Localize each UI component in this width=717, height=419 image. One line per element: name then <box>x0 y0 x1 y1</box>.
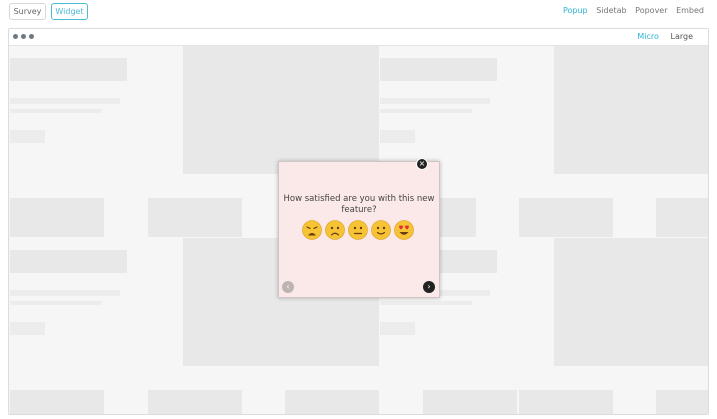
skeleton-block <box>380 130 415 143</box>
skeleton-line <box>10 98 120 104</box>
skeleton-line <box>380 109 472 113</box>
satisfied-emoji-icon[interactable] <box>371 220 391 240</box>
skeleton-block <box>423 390 517 414</box>
mode-popup[interactable]: Popup <box>563 6 588 15</box>
tab-survey[interactable]: Survey <box>9 3 46 20</box>
skeleton-block <box>380 322 415 335</box>
close-icon[interactable]: × <box>416 158 428 170</box>
skeleton-block <box>148 390 242 414</box>
very-dissatisfied-emoji-icon[interactable] <box>302 220 322 240</box>
skeleton-block <box>519 198 613 237</box>
skeleton-block <box>554 46 708 174</box>
emoji-rating <box>302 220 418 240</box>
skeleton-block <box>10 58 127 81</box>
mode-sidetab[interactable]: Sidetab <box>596 6 626 15</box>
skeleton-block <box>554 238 708 366</box>
preview-window-header: Micro Large <box>9 29 708 46</box>
very-satisfied-emoji-icon[interactable] <box>394 220 414 240</box>
skeleton-block <box>10 198 104 237</box>
window-dot-icon <box>13 34 18 39</box>
dissatisfied-emoji-icon[interactable] <box>325 220 345 240</box>
skeleton-block <box>10 130 45 143</box>
window-dot-icon <box>21 34 26 39</box>
skeleton-block <box>10 390 104 414</box>
tab-widget[interactable]: Widget <box>51 3 88 20</box>
size-large[interactable]: Large <box>670 32 693 41</box>
skeleton-block <box>183 46 379 174</box>
skeleton-line <box>10 301 102 305</box>
mode-embed[interactable]: Embed <box>676 6 704 15</box>
skeleton-block <box>519 390 613 414</box>
skeleton-block <box>380 58 497 81</box>
skeleton-block <box>436 198 476 237</box>
skeleton-block <box>10 322 45 335</box>
feedback-popup: × How satisfied are you with this new fe… <box>278 158 440 298</box>
window-dot-icon <box>29 34 34 39</box>
skeleton-block <box>656 390 708 414</box>
chevron-left-icon[interactable]: ‹ <box>282 281 294 293</box>
skeleton-block <box>10 250 127 273</box>
chevron-right-icon[interactable]: › <box>423 281 435 293</box>
skeleton-block <box>285 390 379 414</box>
mode-popover[interactable]: Popover <box>635 6 667 15</box>
skeleton-line <box>380 98 490 104</box>
widget-mode-switch: Popup Sidetab Popover Embed <box>557 6 704 15</box>
size-micro[interactable]: Micro <box>637 32 659 41</box>
neutral-emoji-icon[interactable] <box>348 220 368 240</box>
skeleton-block <box>656 198 708 237</box>
survey-question: How satisfied are you with this new feat… <box>283 194 435 215</box>
skeleton-line <box>10 109 102 113</box>
skeleton-line <box>10 290 120 296</box>
skeleton-line <box>380 301 472 305</box>
size-switch: Micro Large <box>628 32 693 41</box>
skeleton-block <box>148 198 242 237</box>
top-bar: Survey Widget Popup Sidetab Popover Embe… <box>0 0 717 24</box>
